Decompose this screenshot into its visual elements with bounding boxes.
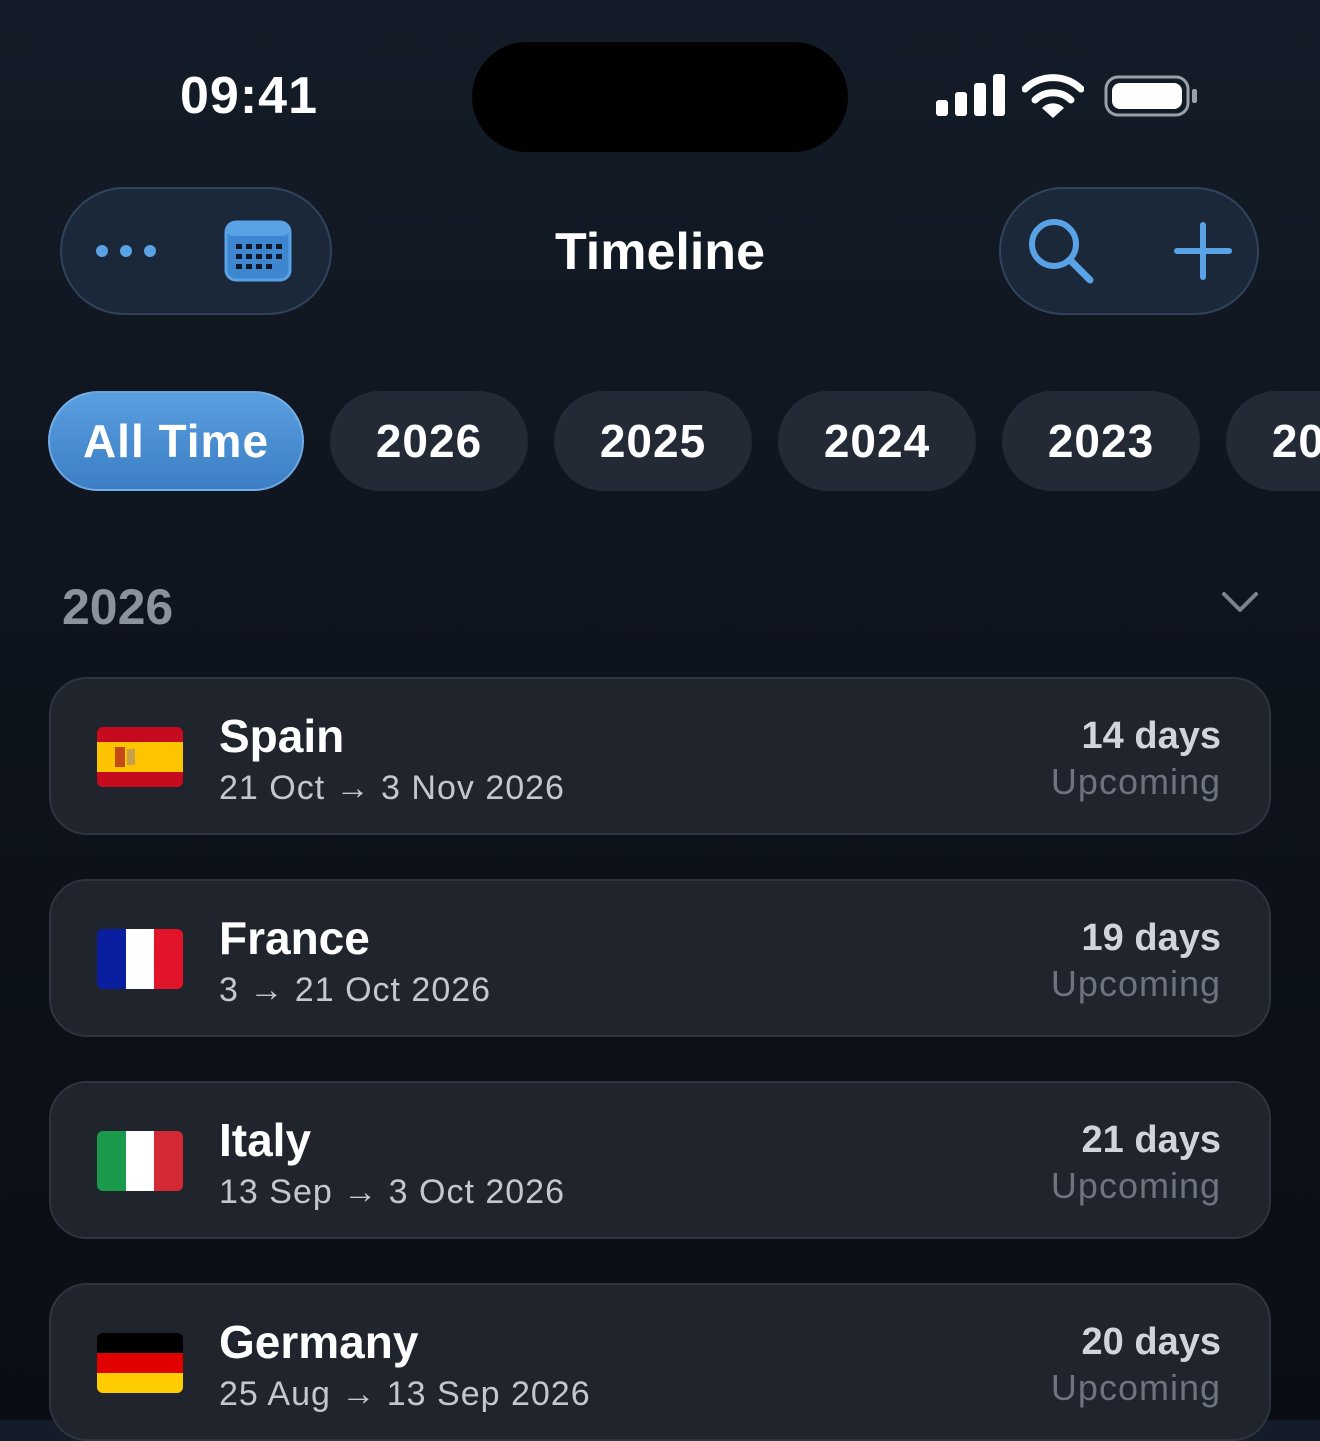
trip-card-spain[interactable]: Spain 21 Oct → 3 Nov 2026 14 days Upcomi…	[49, 677, 1271, 835]
trip-dates: 3 → 21 Oct 2026	[219, 971, 492, 1009]
trip-dates: 13 Sep → 3 Oct 2026	[219, 1173, 565, 1211]
dynamic-island	[472, 42, 848, 152]
section-collapse-button[interactable]	[1220, 590, 1260, 621]
spain-flag-icon	[97, 727, 183, 787]
cellular-signal-icon	[936, 74, 1005, 116]
chevron-down-icon	[1222, 592, 1258, 612]
header-right-actions	[999, 187, 1259, 315]
trip-status: Upcoming	[1050, 1367, 1221, 1408]
trip-country: Germany	[219, 1316, 419, 1368]
search-button[interactable]	[1001, 189, 1121, 313]
wifi-icon	[1022, 74, 1084, 118]
search-icon	[1029, 219, 1094, 284]
italy-flag-icon	[97, 1131, 183, 1191]
trip-duration: 21 days	[1081, 1119, 1221, 1161]
trip-card-germany[interactable]: Germany 25 Aug → 13 Sep 2026 20 days Upc…	[49, 1283, 1271, 1441]
filter-all-time[interactable]: All Time	[48, 391, 304, 491]
trip-dates: 21 Oct → 3 Nov 2026	[219, 769, 565, 807]
filter-2024[interactable]: 2024	[778, 391, 976, 491]
trip-status: Upcoming	[1050, 963, 1221, 1004]
germany-flag-icon	[97, 1333, 183, 1393]
year-filter-bar: All Time 2026 2025 2024 2023 2022	[48, 391, 1320, 491]
trip-duration: 20 days	[1081, 1321, 1221, 1363]
add-trip-button[interactable]	[1143, 189, 1263, 313]
filter-2022[interactable]: 2022	[1226, 391, 1320, 491]
trip-card-france[interactable]: France 3 → 21 Oct 2026 19 days Upcoming	[49, 879, 1271, 1037]
france-flag-icon	[97, 929, 183, 989]
trip-country: France	[219, 912, 370, 964]
section-year-header: 2026	[62, 579, 174, 635]
trip-dates: 25 Aug → 13 Sep 2026	[219, 1375, 591, 1413]
battery-icon	[1104, 75, 1197, 117]
trip-status: Upcoming	[1050, 1165, 1221, 1206]
trip-card-italy[interactable]: Italy 13 Sep → 3 Oct 2026 21 days Upcomi…	[49, 1081, 1271, 1239]
trip-country: Italy	[219, 1114, 312, 1166]
status-time: 09:41	[180, 67, 318, 125]
trip-status: Upcoming	[1050, 761, 1221, 802]
trip-duration: 14 days	[1081, 715, 1221, 757]
filter-2023[interactable]: 2023	[1002, 391, 1200, 491]
filter-2026[interactable]: 2026	[330, 391, 528, 491]
plus-icon	[1174, 222, 1232, 280]
trip-duration: 19 days	[1081, 917, 1221, 959]
trip-country: Spain	[219, 710, 345, 762]
filter-2025[interactable]: 2025	[554, 391, 752, 491]
